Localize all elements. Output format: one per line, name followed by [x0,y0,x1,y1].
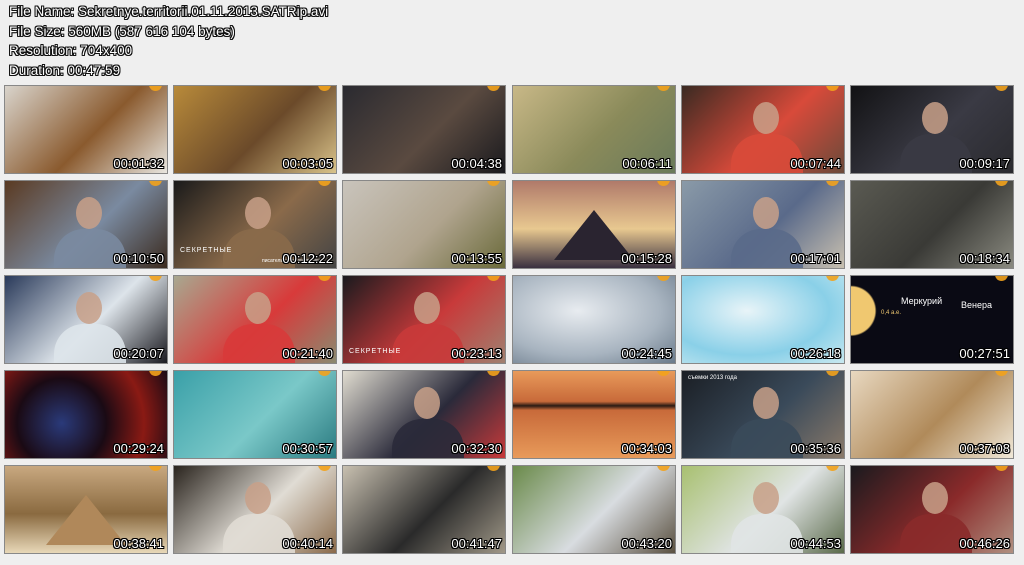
thumbnail-timestamp: 00:41:47 [451,536,502,551]
file-size-line: File Size: 560MB (587 616 104 bytes) [9,23,235,39]
person-silhouette [414,291,441,324]
person-silhouette [753,481,780,514]
overlay-distance: 0,4 а.е. [881,310,902,316]
overlay-venus: Венера [961,300,992,310]
video-thumbnail: 00:06:11 [512,85,676,174]
person-silhouette [753,101,780,134]
video-thumbnail: 00:07:44 [681,85,845,174]
video-thumbnail: съемки 2013 года 00:35:36 [681,370,845,459]
thumbnail-timestamp: 00:01:32 [113,156,164,171]
thumbnail-timestamp: 00:26:18 [790,346,841,361]
video-thumbnail: 00:09:17 [850,85,1014,174]
thumbnail-timestamp: 00:12:22 [282,251,333,266]
thumbnail-timestamp: 00:44:53 [790,536,841,551]
video-thumbnail: 00:18:34 [850,180,1014,269]
thumbnail-timestamp: 00:34:03 [621,441,672,456]
video-thumbnail: 00:30:57 [173,370,337,459]
thumbnail-timestamp: 00:32:30 [451,441,502,456]
video-thumbnail: 00:17:01 [681,180,845,269]
thumbnail-timestamp: 00:38:41 [113,536,164,551]
thumbnail-timestamp: 00:13:55 [451,251,502,266]
person-silhouette [245,481,272,514]
video-thumbnail: 00:44:53 [681,465,845,554]
video-thumbnail: 00:43:20 [512,465,676,554]
video-thumbnail: 00:10:50 [4,180,168,269]
person-silhouette [922,481,949,514]
video-thumbnail: 00:29:24 [4,370,168,459]
thumbnail-timestamp: 00:21:40 [282,346,333,361]
resolution-line: Resolution: 704x400 [9,43,133,58]
thumbnail-timestamp: 00:43:20 [621,536,672,551]
thumbnail-timestamp: 00:46:26 [959,536,1010,551]
thumbnail-timestamp: 00:15:28 [621,251,672,266]
person-silhouette [76,196,103,229]
thumbnail-timestamp: 00:29:24 [113,441,164,456]
video-thumbnail: Меркурий Венера 0,4 а.е. 00:27:51 [850,275,1014,364]
video-thumbnail: 00:32:30 [342,370,506,459]
video-thumbnail: СЕКРЕТНЫЕ писатель-путешественник 00:12:22 [173,180,337,269]
thumbnail-timestamp: 00:17:01 [790,251,841,266]
file-info-header: File Name: Sekretnye.territorii.01.11.20… [9,2,609,80]
thumbnail-timestamp: 00:04:38 [451,156,502,171]
file-name-line: File Name: Sekretnye.territorii.01.11.20… [9,4,329,19]
video-thumbnail: 00:03:05 [173,85,337,174]
thumbnail-timestamp: 00:23:13 [451,346,502,361]
thumbnail-timestamp: 00:30:57 [282,441,333,456]
overlay-sekretnye-logo-2: СЕКРЕТНЫЕ [349,348,402,355]
thumbnail-timestamp: 00:10:50 [113,251,164,266]
thumbnail-timestamp: 00:20:07 [113,346,164,361]
overlay-mercury: Меркурий [901,296,943,306]
video-thumbnail: 00:26:18 [681,275,845,364]
overlay-sekretnye-logo-1: СЕКРЕТНЫЕ [180,247,233,254]
person-silhouette [414,386,441,419]
thumbnail-timestamp: 00:03:05 [282,156,333,171]
person-silhouette [245,196,272,229]
video-thumbnail: 00:01:32 [4,85,168,174]
thumbnail-timestamp: 00:18:34 [959,251,1010,266]
thumbnail-timestamp: 00:07:44 [790,156,841,171]
video-thumbnail: 00:37:08 [850,370,1014,459]
thumbnail-timestamp: 00:35:36 [790,441,841,456]
thumbnail-timestamp: 00:09:17 [959,156,1010,171]
video-thumbnail: СЕКРЕТНЫЕ 00:23:13 [342,275,506,364]
duration-line: Duration: 00:47:59 [9,62,121,78]
thumbnail-grid: 00:01:32 00:03:05 00:04:38 00:06:11 00:07:44… [4,85,1016,557]
person-silhouette [76,291,103,324]
thumbnail-timestamp: 00:06:11 [622,156,672,171]
video-thumbnail: 00:21:40 [173,275,337,364]
video-thumbnail: 00:04:38 [342,85,506,174]
video-thumbnail: 00:24:45 [512,275,676,364]
person-silhouette [753,386,780,419]
person-silhouette [245,291,272,324]
person-silhouette [922,101,949,134]
video-thumbnail: 00:15:28 [512,180,676,269]
video-thumbnail: 00:13:55 [342,180,506,269]
video-thumbnail: 00:41:47 [342,465,506,554]
thumbnail-timestamp: 00:40:14 [282,536,333,551]
video-thumbnail: 00:40:14 [173,465,337,554]
video-thumbnail: 00:38:41 [4,465,168,554]
thumbnail-timestamp: 00:27:51 [959,346,1010,361]
person-silhouette [753,196,780,229]
thumbnail-timestamp: 00:37:08 [959,441,1010,456]
video-thumbnail: 00:34:03 [512,370,676,459]
video-thumbnail: 00:20:07 [4,275,168,364]
overlay-caption-35: съемки 2013 года [688,375,737,381]
video-thumbnail: 00:46:26 [850,465,1014,554]
thumbnail-timestamp: 00:24:45 [621,346,672,361]
